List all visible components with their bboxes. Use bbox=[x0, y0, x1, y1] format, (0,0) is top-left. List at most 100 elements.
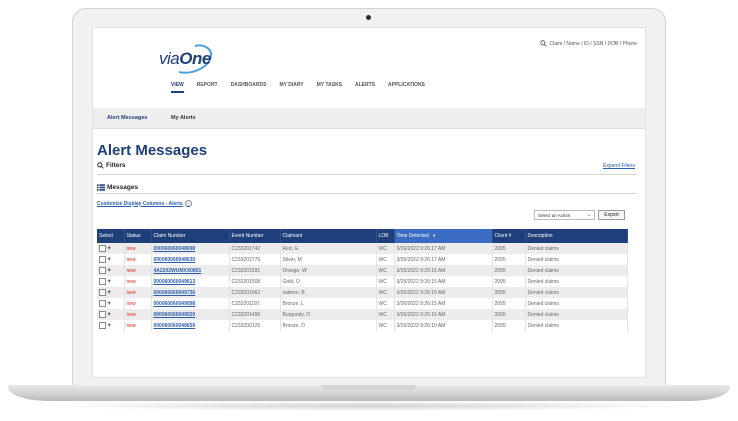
row-event-number: C233200125 bbox=[229, 320, 281, 331]
alerts-table: Select Status Claim Number Event Number … bbox=[97, 229, 628, 331]
row-checkbox[interactable] bbox=[99, 267, 106, 274]
row-claim-number-link[interactable]: 000060060049736 bbox=[151, 287, 230, 298]
row-time-detected: 3/26/2022 9:26:16 AM bbox=[394, 287, 493, 298]
messages-section: Messages bbox=[97, 182, 637, 194]
expand-row-icon[interactable]: + bbox=[107, 279, 111, 285]
row-claim-number-link[interactable]: 000060060049613 bbox=[151, 276, 230, 287]
row-claim-number-link[interactable]: 000060060048630 bbox=[151, 254, 230, 265]
col-header-claimant[interactable]: Claimant bbox=[280, 229, 377, 243]
table-row[interactable]: + new 000060060048698 C233201742 Red, G WC 3/2… bbox=[97, 243, 628, 254]
table-row[interactable]: + new 000060060048659 C233200125 Bronze, O WC… bbox=[97, 320, 628, 331]
row-claimant: Burgundy, O bbox=[280, 309, 377, 320]
row-claim-number-link[interactable]: 4A2202WUMXX0801 bbox=[151, 265, 230, 276]
col-header-description[interactable]: Description bbox=[525, 229, 628, 243]
row-status: new bbox=[124, 243, 152, 254]
row-client: 2095 bbox=[492, 276, 526, 287]
nav-item-report[interactable]: REPORT bbox=[197, 82, 218, 93]
messages-label: Messages bbox=[107, 184, 139, 191]
row-time-detected: 3/26/2022 9:26:15 AM bbox=[394, 276, 493, 287]
col-header-time-detected-label: Time Detected bbox=[396, 233, 429, 239]
row-lob: WC bbox=[376, 243, 395, 254]
expand-row-icon[interactable]: + bbox=[107, 257, 111, 263]
row-select-cell: + bbox=[97, 254, 125, 265]
col-header-time-detected[interactable]: Time Detected ▼ bbox=[394, 229, 493, 243]
table-row[interactable]: + new 000060060049020 C233201496 Burgundy, O… bbox=[97, 309, 628, 320]
col-header-select: Select bbox=[97, 229, 125, 243]
action-select[interactable]: Select an Action ⌄ bbox=[534, 210, 595, 220]
info-icon[interactable]: ? bbox=[184, 200, 192, 207]
expand-row-icon[interactable]: + bbox=[107, 268, 111, 274]
tab-my-alerts[interactable]: My Alerts bbox=[171, 115, 196, 121]
row-description: Denied claims bbox=[525, 309, 628, 320]
expand-row-icon[interactable]: + bbox=[107, 312, 111, 318]
row-claim-number-link[interactable]: 000060060048659 bbox=[151, 320, 230, 331]
expand-row-icon[interactable]: + bbox=[107, 301, 111, 307]
expand-filters-link[interactable]: Expand Filters bbox=[603, 163, 635, 169]
table-row[interactable]: + new 000060060049613 C233201508 Gold, O WC 3/… bbox=[97, 276, 628, 287]
row-time-detected: 3/26/2022 9:26:10 AM bbox=[394, 320, 493, 331]
row-time-detected: 3/26/2022 9:26:16 AM bbox=[394, 265, 493, 276]
table-header-row: Select Status Claim Number Event Number … bbox=[97, 229, 628, 243]
nav-item-my-diary[interactable]: MY DIARY bbox=[279, 82, 303, 93]
filters-toggle[interactable]: Filters bbox=[97, 162, 126, 169]
row-claim-number-link[interactable]: 000060060049098 bbox=[151, 298, 230, 309]
nav-item-view[interactable]: VIEW bbox=[171, 82, 184, 93]
row-description: Denied claims bbox=[525, 287, 628, 298]
customize-columns: Customize Display Columns - Alerts ? bbox=[97, 200, 192, 207]
row-description: Denied claims bbox=[525, 320, 628, 331]
col-header-claim-number[interactable]: Claim Number bbox=[151, 229, 230, 243]
table-row[interactable]: + new 000060060049098 C233201187 Bronze, L WC… bbox=[97, 298, 628, 309]
nav-item-applications[interactable]: APPLICATIONS bbox=[388, 82, 425, 93]
table-row[interactable]: + new 000060060048630 C233201776 Silver, M WC… bbox=[97, 254, 628, 265]
row-checkbox[interactable] bbox=[99, 278, 106, 285]
customize-columns-link[interactable]: Customize Display Columns - Alerts bbox=[97, 201, 183, 207]
row-event-number: C233201496 bbox=[229, 309, 281, 320]
row-event-number: C233201776 bbox=[229, 254, 281, 265]
nav-item-alerts[interactable]: ALERTS bbox=[355, 82, 375, 93]
row-select-cell: + bbox=[97, 287, 125, 298]
row-select-cell: + bbox=[97, 320, 125, 331]
nav-item-my-tasks[interactable]: MY TASKS bbox=[317, 82, 342, 93]
table-row[interactable]: + new 000060060049736 C233201662 salmon, B WC… bbox=[97, 287, 628, 298]
col-header-lob[interactable]: LOB bbox=[376, 229, 395, 243]
expand-row-icon[interactable]: + bbox=[107, 290, 111, 296]
row-client: 2095 bbox=[492, 287, 526, 298]
row-status: new bbox=[124, 298, 152, 309]
row-time-detected: 3/26/2022 9:26:17 AM bbox=[394, 243, 493, 254]
app-logo[interactable]: viaOne bbox=[159, 49, 211, 69]
row-checkbox[interactable] bbox=[99, 256, 106, 263]
row-status: new bbox=[124, 309, 152, 320]
nav-item-dashboards[interactable]: DASHBOARDS bbox=[231, 82, 267, 93]
row-select-cell: + bbox=[97, 309, 125, 320]
row-claim-number-link[interactable]: 000060060048698 bbox=[151, 243, 230, 254]
row-time-detected: 3/26/2022 9:26:15 AM bbox=[394, 309, 493, 320]
row-time-detected: 3/26/2022 9:26:15 AM bbox=[394, 298, 493, 309]
row-lob: WC bbox=[376, 276, 395, 287]
row-event-number: C233201187 bbox=[229, 298, 281, 309]
row-checkbox[interactable] bbox=[99, 311, 106, 318]
row-checkbox[interactable] bbox=[99, 289, 106, 296]
expand-row-icon[interactable]: + bbox=[107, 246, 111, 252]
row-client: 2095 bbox=[492, 243, 526, 254]
row-checkbox[interactable] bbox=[99, 300, 106, 307]
filters-label: Filters bbox=[106, 162, 126, 169]
row-description: Denied claims bbox=[525, 298, 628, 309]
row-checkbox[interactable] bbox=[99, 322, 106, 329]
global-search[interactable]: Claim / Name / ID / SSN / DOB / Phone bbox=[540, 40, 637, 47]
row-checkbox[interactable] bbox=[99, 245, 106, 252]
row-select-cell: + bbox=[97, 265, 125, 276]
row-client: 2095 bbox=[492, 298, 526, 309]
col-header-event-number[interactable]: Event Number bbox=[229, 229, 281, 243]
tab-alert-messages[interactable]: Alert Messages bbox=[107, 115, 147, 121]
table-row[interactable]: + new 4A2202WUMXX0801 C233201591 Orange, W WC… bbox=[97, 265, 628, 276]
row-status: new bbox=[124, 287, 152, 298]
row-client: 2095 bbox=[492, 254, 526, 265]
row-event-number: C233201508 bbox=[229, 276, 281, 287]
export-button[interactable]: Export bbox=[598, 210, 625, 220]
row-claim-number-link[interactable]: 000060060049020 bbox=[151, 309, 230, 320]
col-header-client[interactable]: Client # bbox=[492, 229, 526, 243]
col-header-status[interactable]: Status bbox=[124, 229, 152, 243]
row-claimant: Red, G bbox=[280, 243, 377, 254]
expand-row-icon[interactable]: + bbox=[107, 323, 111, 329]
camera-dot bbox=[366, 15, 371, 20]
